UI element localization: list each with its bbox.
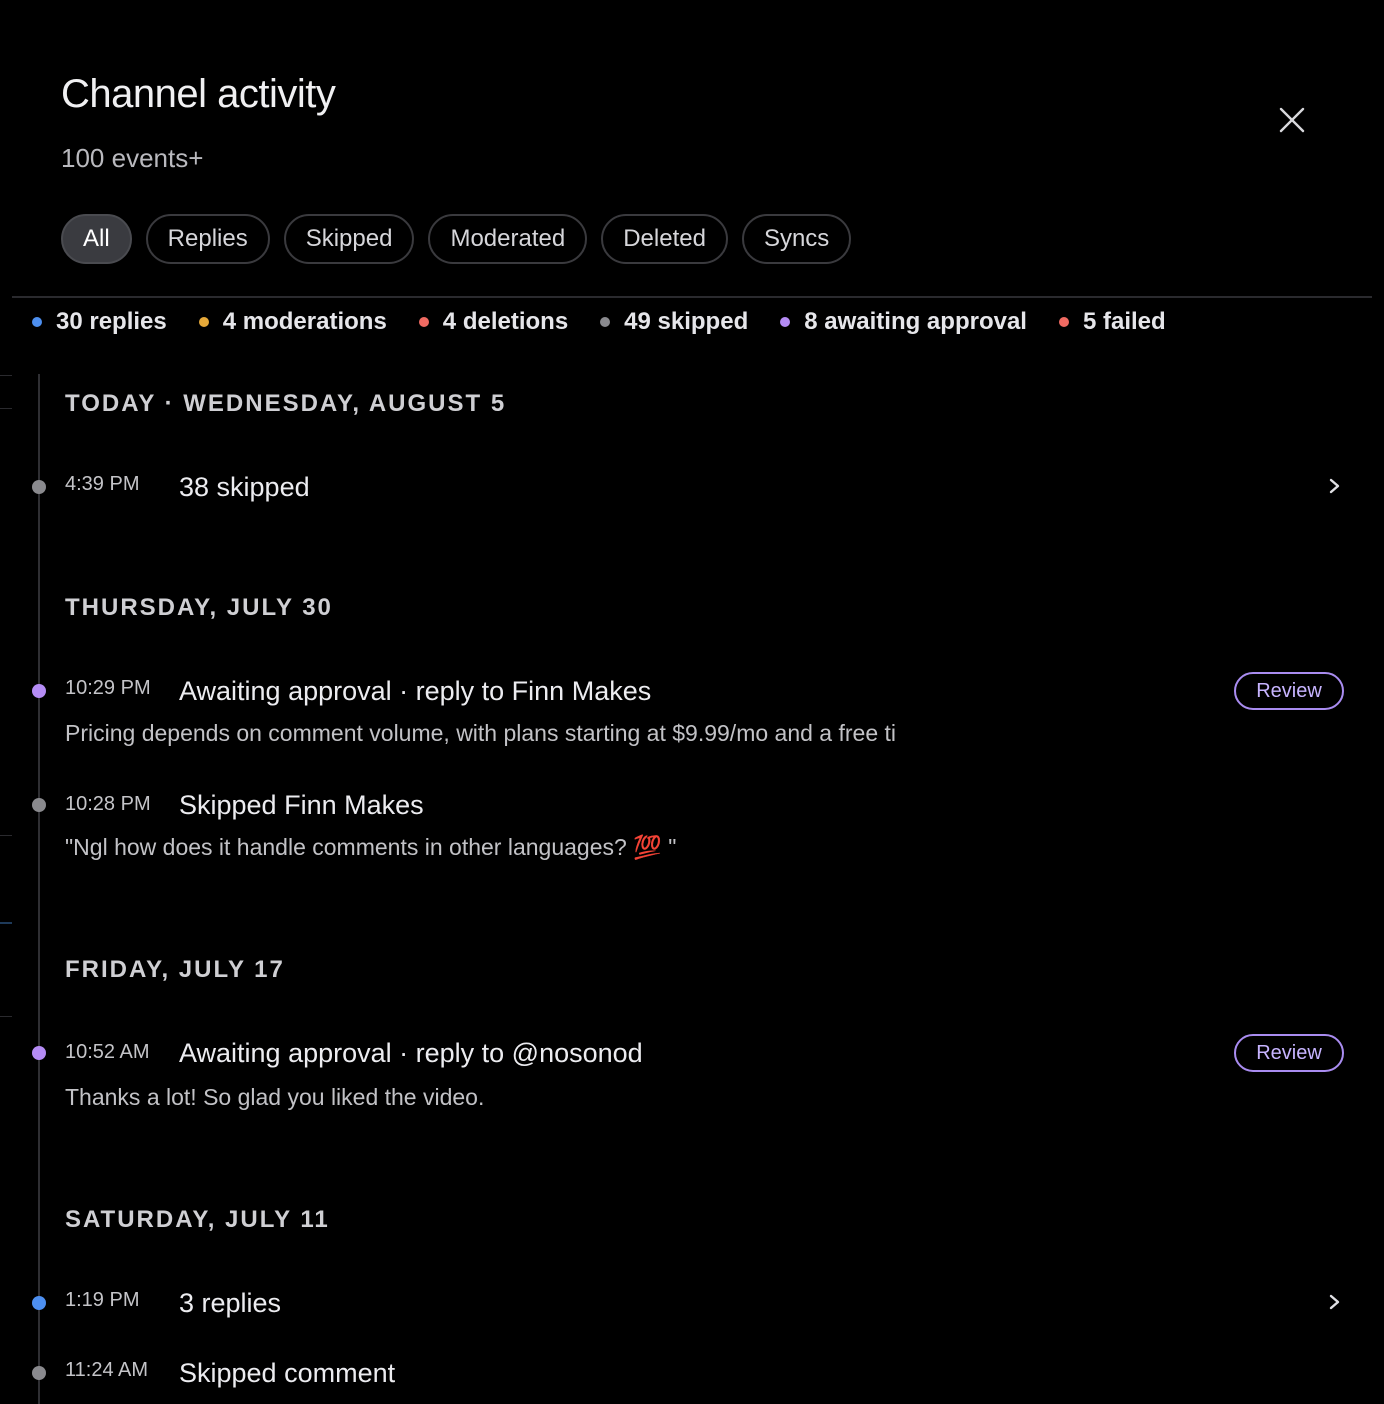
summary-deletions: 4 deletions <box>418 308 569 336</box>
summary-stats: 30 replies 4 moderations 4 deletions 49 … <box>32 308 1166 336</box>
summary-skipped: 49 skipped <box>600 308 748 336</box>
summary-label: 49 skipped <box>624 308 749 335</box>
timeline-dot <box>32 1366 46 1380</box>
chevron-right-icon <box>1329 478 1340 494</box>
summary-failed: 5 failed <box>1058 308 1166 336</box>
filter-tabs: All Replies Skipped Moderated Deleted Sy… <box>61 214 852 264</box>
filter-all[interactable]: All <box>61 214 132 264</box>
day-header: SATURDAY, JULY 11 <box>65 1206 330 1233</box>
timeline-dot <box>32 684 46 698</box>
day-header: TODAY · WEDNESDAY, AUGUST 5 <box>65 390 507 417</box>
event-title[interactable]: 3 replies <box>179 1288 281 1319</box>
timeline-dot <box>32 1296 46 1310</box>
event-time: 10:29 PM <box>65 677 151 699</box>
divider <box>12 296 1372 298</box>
summary-label: 4 deletions <box>442 308 569 335</box>
event-title: Skipped comment <box>179 1358 396 1388</box>
event-body: Thanks a lot! So glad you liked the vide… <box>65 1084 485 1110</box>
event-body: "Ngl how does it handle comments in othe… <box>65 834 677 860</box>
filter-syncs[interactable]: Syncs <box>741 214 852 264</box>
event-time: 11:24 AM <box>65 1359 149 1381</box>
channel-activity-panel: Channel activity 100 events+ All Replies… <box>0 0 1384 1404</box>
status-dot <box>32 317 42 327</box>
timeline-dot <box>32 798 46 812</box>
event-title[interactable]: 38 skipped <box>179 472 310 503</box>
filter-replies[interactable]: Replies <box>145 214 270 264</box>
close-button[interactable] <box>1270 100 1314 144</box>
panel-title: Channel activity <box>61 72 336 116</box>
event-time: 1:19 PM <box>65 1289 140 1311</box>
event-title: Awaiting approval · reply to @nosonod <box>179 1038 643 1068</box>
timeline-line <box>38 374 40 1404</box>
expand-button[interactable] <box>1324 475 1346 497</box>
filter-deleted[interactable]: Deleted <box>601 214 728 264</box>
status-dot <box>1058 317 1069 327</box>
timeline-dot <box>32 1046 46 1060</box>
day-header: FRIDAY, JULY 17 <box>65 956 285 983</box>
event-time: 10:52 AM <box>65 1041 150 1063</box>
day-header: THURSDAY, JULY 30 <box>65 594 333 621</box>
background-edge <box>0 922 12 924</box>
background-edge <box>0 375 12 376</box>
event-title: Skipped Finn Makes <box>179 790 424 820</box>
chevron-right-icon <box>1329 1294 1340 1310</box>
status-dot <box>198 317 209 327</box>
event-time: 4:39 PM <box>65 473 140 495</box>
event-title: Awaiting approval · reply to Finn Makes <box>179 676 652 706</box>
summary-label: 4 moderations <box>222 308 387 335</box>
close-icon <box>1279 107 1305 133</box>
status-dot <box>780 317 791 327</box>
review-button[interactable]: Review <box>1234 1034 1344 1072</box>
summary-label: 5 failed <box>1082 308 1166 335</box>
status-dot <box>418 317 429 327</box>
filter-skipped[interactable]: Skipped <box>283 214 415 264</box>
summary-replies: 30 replies <box>32 308 167 336</box>
timeline-dot <box>32 480 46 494</box>
background-edge <box>0 835 12 836</box>
summary-awaiting: 8 awaiting approval <box>780 308 1027 336</box>
summary-label: 30 replies <box>56 308 167 335</box>
expand-button[interactable] <box>1324 1291 1346 1313</box>
review-button[interactable]: Review <box>1234 672 1344 710</box>
summary-moderations: 4 moderations <box>198 308 387 336</box>
status-dot <box>600 317 611 327</box>
event-body: Pricing depends on comment volume, with … <box>65 720 897 746</box>
background-edge <box>0 408 12 409</box>
background-edge <box>0 1016 12 1017</box>
event-count: 100 events+ <box>61 143 204 173</box>
event-time: 10:28 PM <box>65 793 151 815</box>
summary-label: 8 awaiting approval <box>804 308 1027 335</box>
filter-moderated[interactable]: Moderated <box>428 214 588 264</box>
